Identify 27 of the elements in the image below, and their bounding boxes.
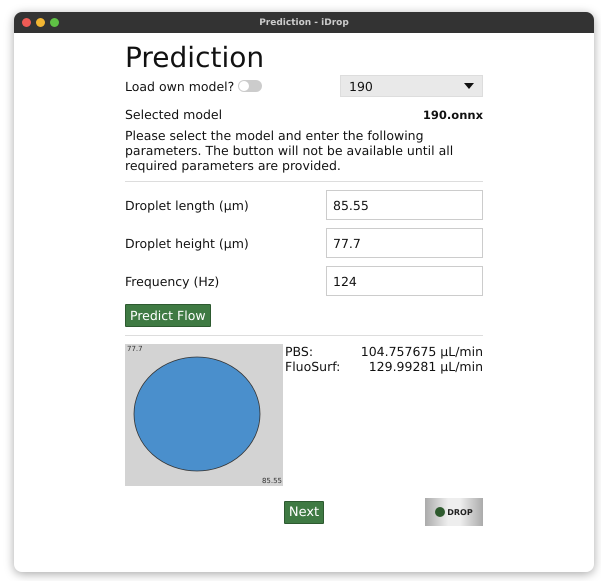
result-name: PBS: <box>285 344 314 359</box>
toggle-label: Load own model? <box>125 78 234 94</box>
model-filename: 190.onnx <box>422 108 483 122</box>
close-button[interactable] <box>22 18 31 27</box>
caret-icon <box>464 83 474 89</box>
result-value: 104.757675 µL/min <box>360 344 483 359</box>
field-label: Droplet length (µm) <box>125 198 249 212</box>
result-name: FluoSurf: <box>285 359 340 374</box>
toggle-switch[interactable] <box>238 80 262 92</box>
predict-button[interactable]: Predict Flow <box>125 304 211 327</box>
minimize-button[interactable] <box>36 18 45 27</box>
next-button[interactable]: Next <box>284 500 324 524</box>
instructions-text: Please select the model and enter the following parameters. The button will not be available until all required parameters are provided. <box>125 128 454 173</box>
field-label: Frequency (Hz) <box>125 274 220 288</box>
logo-text: DROP <box>447 508 473 516</box>
field-label: Selected model <box>125 107 222 122</box>
field-label: Droplet height (µm) <box>125 236 249 250</box>
model-dropdown[interactable]: 190 <box>340 75 483 97</box>
droplet-logo-icon <box>435 507 446 517</box>
input-field[interactable]: 77.7 <box>326 228 483 258</box>
logo-button[interactable]: DROP <box>424 498 483 526</box>
input-field[interactable]: 124 <box>326 266 483 296</box>
result-value: 129.99281 µL/min <box>368 359 483 374</box>
window-title: Prediction - iDrop <box>259 18 349 28</box>
page-heading: Prediction <box>125 41 266 75</box>
zoom-button[interactable] <box>50 18 59 27</box>
input-field[interactable]: 85.55 <box>326 190 483 220</box>
